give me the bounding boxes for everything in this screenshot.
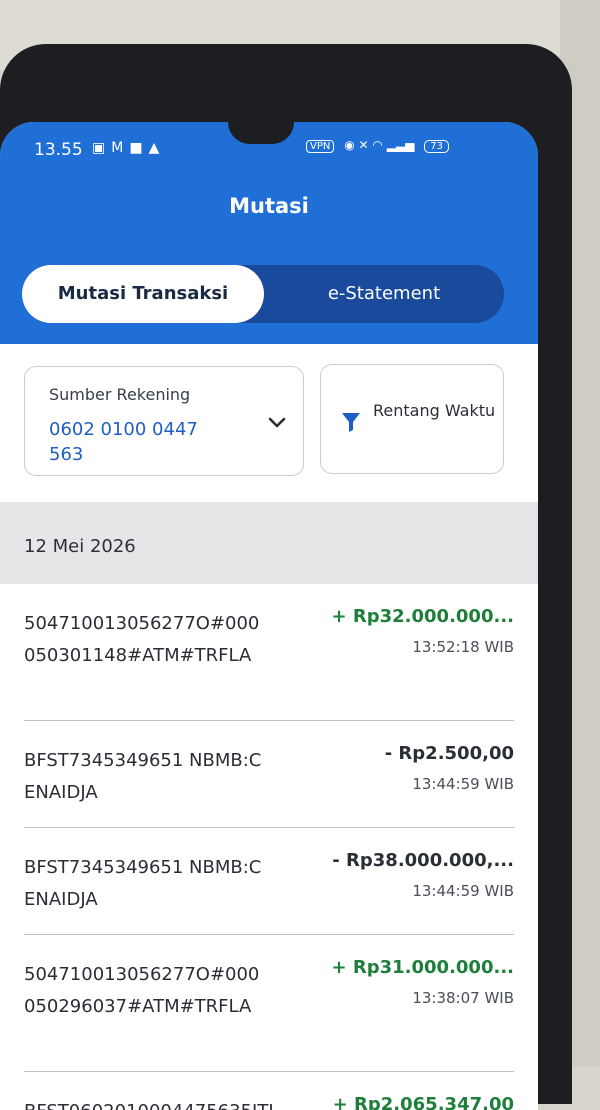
transaction-amount: - Rp2.500,00 — [384, 743, 514, 764]
wifi-icon: ◠ — [372, 138, 383, 152]
app-header: 13.55 ▣M■▲ VPN ◉ ✕ ◠ ▂▃▅ 73 Mutasi Mutas… — [0, 122, 538, 344]
transaction-description: 504710013056277O#000050301148#ATM#TRFLA — [24, 613, 260, 666]
transaction-time: 13:44:59 WIB — [412, 775, 514, 793]
transaction-row[interactable]: BFST7345349651 NBMB:CENAIDJA - Rp38.000.… — [24, 828, 514, 935]
chevron-down-icon — [268, 417, 286, 428]
transaction-description: BFST7345349651 NBMB:CENAIDJA — [24, 857, 262, 910]
transaction-row[interactable]: 504710013056277O#000050301148#ATM#TRFLA … — [24, 584, 514, 721]
date-group-header: 12 Mei 2026 — [0, 502, 538, 584]
gmail-icon: M — [111, 140, 130, 156]
date-header-text: 12 Mei 2026 — [24, 536, 136, 557]
phone-body: 13.55 ▣M■▲ VPN ◉ ✕ ◠ ▂▃▅ 73 Mutasi Mutas… — [0, 44, 572, 1110]
transaction-amount: + Rp2.065.347,00 — [332, 1094, 514, 1110]
date-range-filter-button[interactable]: Rentang Waktu — [320, 364, 504, 474]
gallery-icon: ▣ — [92, 140, 112, 156]
source-account-number: 0602 0100 0447 563 — [49, 419, 198, 465]
transaction-time: 13:52:18 WIB — [412, 638, 514, 656]
filter-icon — [342, 413, 360, 432]
transaction-amount: + Rp31.000.000... — [331, 957, 514, 978]
transaction-time: 13:38:07 WIB — [412, 989, 514, 1007]
transaction-row[interactable]: BFST0602010004475635ITI + Rp2.065.347,00 — [24, 1072, 514, 1110]
tab-bar: Mutasi Transaksi e-Statement — [22, 265, 504, 323]
source-account-dropdown[interactable]: Sumber Rekening 0602 0100 0447 563 — [24, 366, 304, 476]
transaction-list: 504710013056277O#000050301148#ATM#TRFLA … — [0, 584, 538, 1110]
transaction-description: BFST0602010004475635ITI — [24, 1096, 314, 1110]
status-right-icons: VPN ◉ ✕ ◠ ▂▃▅ 73 — [306, 138, 449, 153]
battery-icon: 73 — [424, 140, 449, 153]
transaction-row[interactable]: 504710013056277O#000050296037#ATM#TRFLA … — [24, 935, 514, 1072]
transaction-amount: - Rp38.000.000,... — [332, 850, 514, 871]
tab-mutasi-transaksi[interactable]: Mutasi Transaksi — [22, 265, 264, 323]
source-account-label: Sumber Rekening — [49, 385, 191, 404]
mute-icon: ✕ — [358, 138, 369, 152]
transaction-description: 504710013056277O#000050296037#ATM#TRFLA — [24, 964, 260, 1017]
tab-e-statement[interactable]: e-Statement — [274, 265, 494, 323]
vpn-badge: VPN — [306, 140, 335, 153]
date-range-label: Rentang Waktu — [373, 401, 496, 420]
transaction-amount: + Rp32.000.000... — [331, 606, 514, 627]
phone-screen: 13.55 ▣M■▲ VPN ◉ ✕ ◠ ▂▃▅ 73 Mutasi Mutas… — [0, 122, 538, 1110]
status-time: 13.55 — [34, 140, 83, 160]
page-title: Mutasi — [229, 194, 309, 218]
camera-notch — [228, 122, 294, 144]
transaction-row[interactable]: BFST7345349651 NBMB:CENAIDJA - Rp2.500,0… — [24, 721, 514, 828]
transaction-description: BFST7345349651 NBMB:CENAIDJA — [24, 750, 262, 803]
warning-icon: ▲ — [148, 140, 166, 156]
app-icon: ■ — [129, 140, 149, 156]
status-left-icons: ▣M■▲ — [92, 140, 165, 156]
signal-icon: ▂▃▅ — [386, 138, 415, 152]
alarm-icon: ◉ — [344, 138, 355, 152]
transaction-time: 13:44:59 WIB — [412, 882, 514, 900]
